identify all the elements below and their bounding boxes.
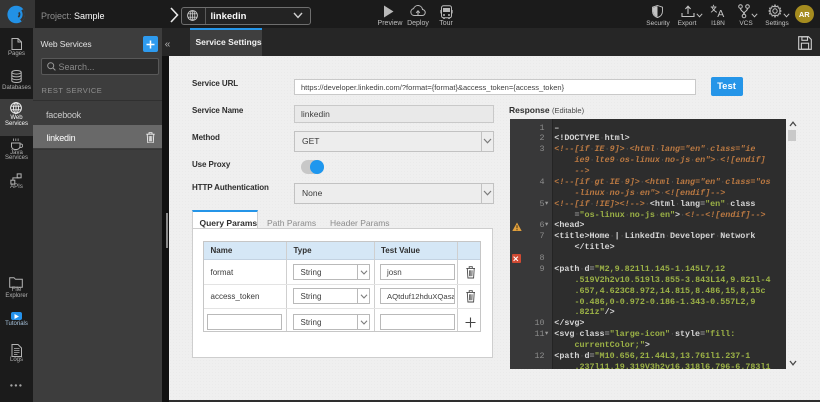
svg-text:A: A	[717, 8, 724, 18]
